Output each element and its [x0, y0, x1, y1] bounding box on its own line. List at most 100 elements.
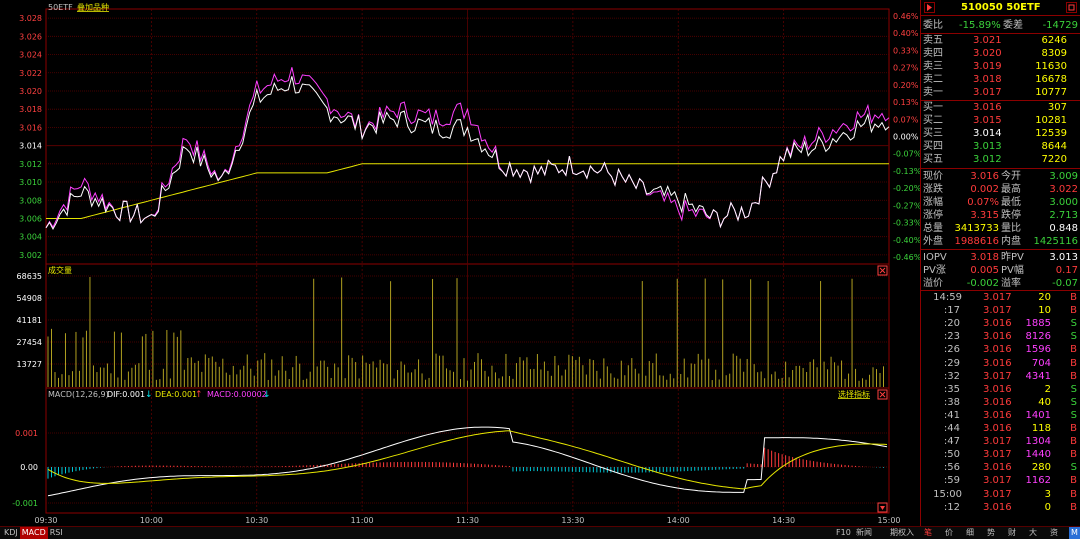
- bid-row: 买三 3.014 12539: [921, 127, 1080, 140]
- play-icon[interactable]: [924, 2, 935, 13]
- tick-time: :26: [943, 344, 960, 356]
- volume-tick-label: 54908: [17, 294, 42, 303]
- ask-row: 卖一 3.017 10777: [921, 86, 1080, 99]
- tick-price: 3.016: [983, 423, 1012, 434]
- tick-volume: 2: [1044, 383, 1051, 395]
- bid-label: 买一: [923, 102, 943, 113]
- panel-tab-7[interactable]: M: [1069, 527, 1080, 539]
- tick-time: :12: [943, 501, 960, 513]
- ask-label: 卖一: [923, 87, 943, 98]
- iopv-label: 溢率: [1001, 278, 1021, 289]
- volume-close-icon[interactable]: [877, 265, 888, 276]
- tick-price: 3.016: [983, 396, 1012, 408]
- tab-rsi[interactable]: RSI: [48, 527, 65, 539]
- weibi-row: 委比 -15.89% 委差 -14729: [921, 19, 1080, 32]
- tick-price: 3.017: [983, 436, 1012, 448]
- iopv-value: 0.005: [970, 265, 999, 276]
- tick-volume: 280: [1031, 462, 1051, 474]
- pct-tick-label: -0.46%: [893, 253, 920, 262]
- tick-volume: 704: [1031, 357, 1051, 369]
- tick-side: B: [1070, 501, 1077, 513]
- iopv-row: IOPV 3.018 昨PV 3.013: [921, 251, 1080, 264]
- chart-canvas[interactable]: 3.028 3.026 3.024 3.022 3.020 3.018 3.016 3.014…: [0, 0, 921, 528]
- tick-time: :47: [943, 436, 960, 448]
- weibi-label: 委比: [923, 20, 943, 31]
- tab-kdj[interactable]: KDJ: [2, 527, 20, 539]
- options-button[interactable]: 期权入: [890, 527, 914, 539]
- panel-tab-6[interactable]: 资: [1048, 527, 1060, 539]
- stat-label: 内盘: [1001, 236, 1021, 247]
- volume-tick-label: 41181: [17, 316, 42, 325]
- stat-label: 总量: [923, 223, 943, 234]
- time-tick-label: 11:00: [351, 516, 374, 525]
- price-tick-label: 3.024: [19, 51, 42, 60]
- intraday-chart[interactable]: 3.028 3.026 3.024 3.022 3.020 3.018 3.016 3.014…: [0, 0, 921, 528]
- tab-macd[interactable]: MACD: [19, 527, 48, 539]
- news-button[interactable]: 新闻: [856, 527, 872, 539]
- stat-label: 最低: [1001, 197, 1021, 208]
- tick-volume: 3: [1044, 488, 1051, 500]
- tick-volume: 0: [1044, 501, 1051, 513]
- stat-row: 涨跌 0.002 最高 3.022: [921, 183, 1080, 196]
- panel-tab-1[interactable]: 价: [943, 527, 955, 539]
- tick-row: :41 3.016 1401 S: [921, 409, 1080, 422]
- macd-tick-label: -0.001: [12, 499, 38, 508]
- panel-tab-4[interactable]: 财: [1006, 527, 1018, 539]
- volume-tick-label: 13727: [17, 360, 42, 369]
- time-tick-label: 14:00: [667, 516, 690, 525]
- tick-side: S: [1070, 331, 1077, 343]
- bid-price: 3.015: [973, 115, 1002, 126]
- panel-toggle-icon[interactable]: [1066, 2, 1077, 13]
- ask-price: 3.019: [973, 61, 1002, 72]
- ask-volume: 8309: [1041, 48, 1067, 59]
- tick-price: 3.016: [983, 409, 1012, 421]
- tick-price: 3.016: [983, 462, 1012, 474]
- scroll-down-icon[interactable]: [877, 502, 888, 513]
- stat-value: 0.848: [1049, 223, 1078, 234]
- bid-row: 买四 3.013 8644: [921, 140, 1080, 153]
- tick-row: :20 3.016 1885 S: [921, 317, 1080, 330]
- tick-time: :32: [943, 370, 960, 382]
- select-indicator-button[interactable]: 选择指标: [838, 389, 870, 399]
- macd-title: MACD(12,26,9): [48, 390, 109, 399]
- tick-row: :38 3.016 40 S: [921, 396, 1080, 409]
- tick-time: 15:00: [933, 488, 962, 500]
- pct-tick-label: 0.00%: [893, 133, 919, 142]
- tick-side: B: [1070, 305, 1077, 317]
- f10-button[interactable]: F10: [836, 527, 851, 539]
- ask-label: 卖五: [923, 35, 943, 46]
- ask-label: 卖二: [923, 74, 943, 85]
- pct-tick-label: 0.20%: [893, 81, 919, 90]
- tick-price: 3.016: [983, 344, 1012, 356]
- bid-price: 3.014: [973, 128, 1002, 139]
- bid-label: 买三: [923, 128, 943, 139]
- tick-volume: 1162: [1025, 475, 1051, 487]
- panel-tab-2[interactable]: 细: [964, 527, 976, 539]
- ask-price: 3.020: [973, 48, 1002, 59]
- ask-price: 3.017: [973, 87, 1002, 98]
- bid-row: 买一 3.016 307: [921, 101, 1080, 114]
- stat-row: 现价 3.016 今开 3.009: [921, 170, 1080, 183]
- bid-volume: 10281: [1035, 115, 1067, 126]
- ask-row: 卖三 3.019 11630: [921, 60, 1080, 73]
- panel-tab-3[interactable]: 势: [985, 527, 997, 539]
- stat-label: 外盘: [923, 236, 943, 247]
- overlay-button[interactable]: 叠加品种: [77, 2, 109, 12]
- tick-time: :59: [943, 475, 960, 487]
- panel-tab-0[interactable]: 笔: [922, 527, 934, 539]
- tick-side: B: [1070, 344, 1077, 356]
- pct-tick-label: -0.13%: [893, 167, 920, 176]
- macd-close-icon[interactable]: [877, 389, 888, 400]
- macd-down-arrow-icon: ↓: [263, 390, 271, 400]
- bid-label: 买五: [923, 154, 943, 165]
- pct-tick-label: 0.07%: [893, 115, 919, 124]
- stat-value: 1425116: [1033, 236, 1078, 247]
- iopv-value: 0.17: [1055, 265, 1078, 276]
- bid-price: 3.012: [973, 154, 1002, 165]
- panel-tab-5[interactable]: 大: [1027, 527, 1039, 539]
- price-tick-label: 3.004: [19, 233, 42, 242]
- tick-time: :41: [943, 409, 960, 421]
- macd-label: MACD:0.00002: [207, 390, 267, 399]
- ask-price: 3.021: [973, 35, 1002, 46]
- tick-time: :56: [943, 462, 960, 474]
